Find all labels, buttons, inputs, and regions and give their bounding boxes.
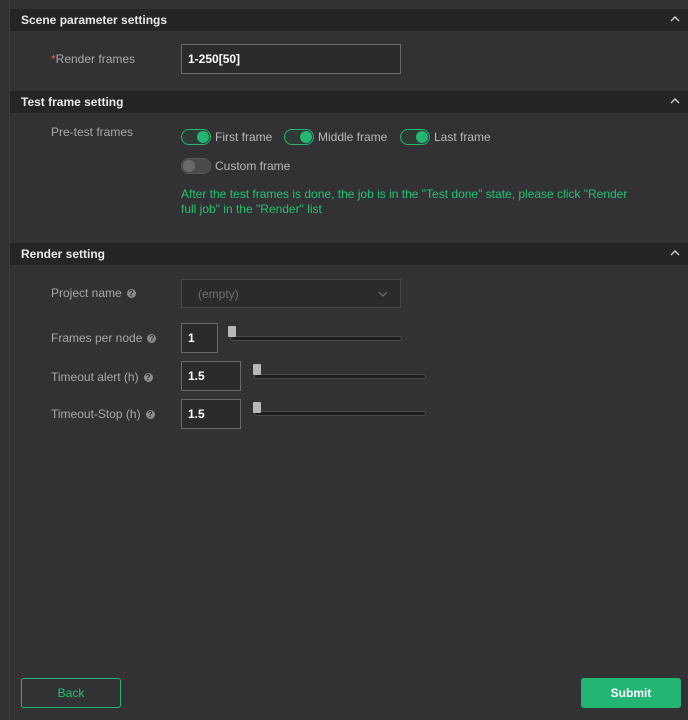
question-circle-icon[interactable]: ?: [126, 288, 136, 298]
project-name-label: Project name?: [51, 286, 136, 300]
last-frame-label: Last frame: [434, 130, 491, 144]
custom-frame-toggle[interactable]: [181, 158, 211, 174]
frames-per-node-slider[interactable]: [230, 336, 402, 341]
timeout-stop-slider[interactable]: [254, 411, 426, 416]
section-title: Render setting: [21, 247, 106, 261]
chevron-down-icon: [378, 291, 388, 297]
chevron-up-icon[interactable]: [670, 96, 680, 106]
test-done-note: After the test frames is done, the job i…: [181, 187, 628, 216]
timeout-alert-slider-handle[interactable]: [253, 364, 261, 375]
section-title: Scene parameter settings: [21, 13, 168, 27]
render-frames-input[interactable]: 1-250[50]: [181, 44, 401, 74]
first-frame-toggle[interactable]: [181, 129, 211, 145]
custom-frame-label: Custom frame: [215, 159, 291, 173]
render-frames-label: * Render frames: [51, 52, 136, 66]
frames-per-node-slider-handle[interactable]: [228, 326, 236, 337]
question-circle-icon[interactable]: ?: [147, 333, 157, 343]
section-title: Test frame setting: [21, 95, 124, 109]
submit-button[interactable]: Submit: [581, 678, 681, 708]
question-circle-icon[interactable]: ?: [143, 372, 153, 382]
render-setting-header[interactable]: Render setting: [10, 243, 688, 265]
last-frame-toggle[interactable]: [400, 129, 430, 145]
scene-parameter-header[interactable]: Scene parameter settings: [10, 9, 688, 31]
pre-test-frames-label: Pre-test frames: [51, 125, 134, 139]
frames-per-node-label: Frames per node?: [51, 331, 157, 345]
middle-frame-toggle[interactable]: [284, 129, 314, 145]
project-name-select[interactable]: (empty): [181, 279, 401, 308]
first-frame-label: First frame: [215, 130, 273, 144]
question-circle-icon[interactable]: ?: [145, 409, 155, 419]
timeout-stop-input[interactable]: 1.5: [181, 399, 241, 429]
timeout-alert-label: Timeout alert (h)?: [51, 370, 153, 384]
timeout-stop-slider-handle[interactable]: [253, 402, 261, 413]
chevron-up-icon[interactable]: [670, 14, 680, 24]
left-divider: [0, 0, 10, 720]
back-button[interactable]: Back: [21, 678, 121, 708]
test-frame-header[interactable]: Test frame setting: [10, 91, 688, 113]
timeout-alert-input[interactable]: 1.5: [181, 361, 241, 391]
frames-per-node-input[interactable]: 1: [181, 323, 218, 353]
chevron-up-icon[interactable]: [670, 248, 680, 258]
middle-frame-label: Middle frame: [318, 130, 388, 144]
timeout-stop-label: Timeout-Stop (h)?: [51, 407, 155, 421]
project-name-value: (empty): [198, 286, 239, 301]
timeout-alert-slider[interactable]: [254, 374, 426, 379]
